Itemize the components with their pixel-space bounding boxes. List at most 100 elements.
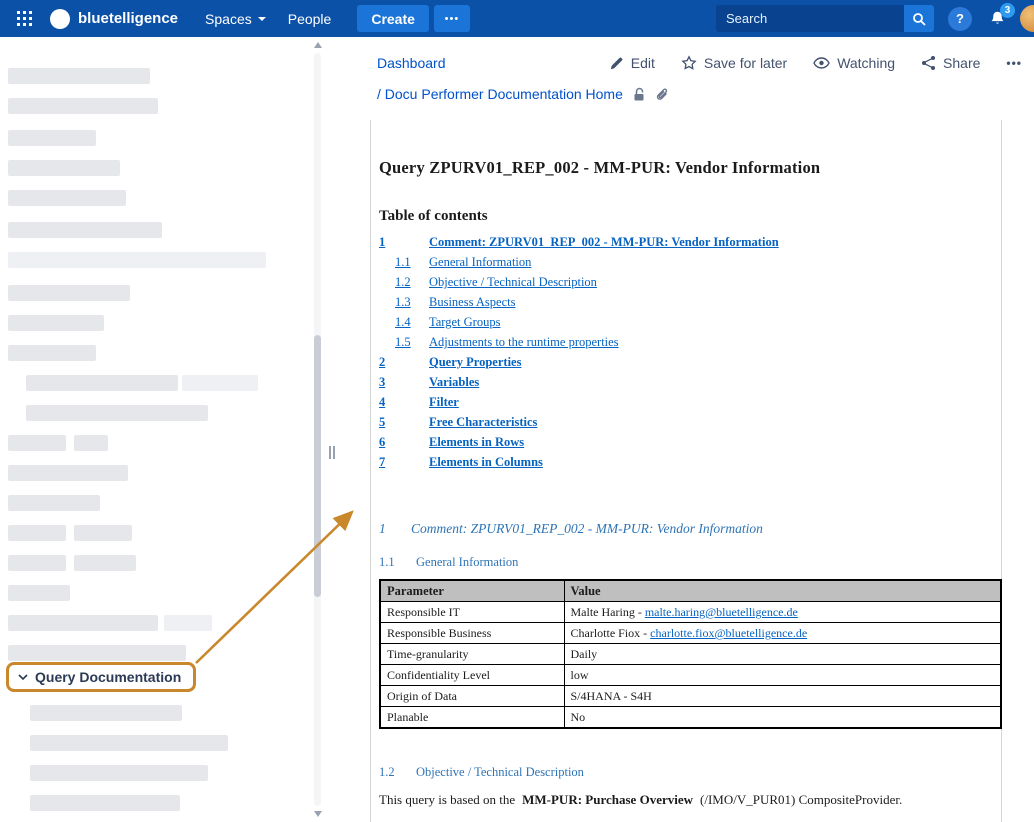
parameter-cell: Time-granularity xyxy=(380,644,564,665)
scrollbar-thumb[interactable] xyxy=(314,335,321,597)
toc-number-link[interactable]: 1.1 xyxy=(395,255,411,269)
sidebar-page-item-placeholder[interactable] xyxy=(8,585,70,601)
user-avatar[interactable] xyxy=(1020,5,1034,32)
toc-link[interactable]: General Information xyxy=(429,255,531,270)
section-number: 1.2 xyxy=(379,765,416,780)
sidebar-page-item-placeholder[interactable] xyxy=(8,315,104,331)
value-text: Malte Haring - xyxy=(571,605,645,619)
sidebar-page-item-placeholder[interactable] xyxy=(74,525,132,541)
search-icon xyxy=(912,12,926,26)
section-title: Objective / Technical Description xyxy=(416,765,584,779)
search-button[interactable] xyxy=(904,5,934,32)
sidebar-page-item-placeholder[interactable] xyxy=(8,645,186,661)
nav-spaces[interactable]: Spaces xyxy=(194,5,277,33)
watching-button[interactable]: Watching xyxy=(813,55,895,71)
toc-link[interactable]: Filter xyxy=(429,395,459,410)
sidebar-page-item-placeholder[interactable] xyxy=(8,555,66,571)
brand-name: bluetelligence xyxy=(78,10,178,27)
toc-number-link[interactable]: 2 xyxy=(379,355,385,369)
sidebar-page-item-placeholder[interactable] xyxy=(8,252,266,268)
value-text: low xyxy=(571,668,589,682)
toc-number-link[interactable]: 7 xyxy=(379,455,385,469)
save-for-later-button[interactable]: Save for later xyxy=(681,55,787,71)
sidebar-page-item-placeholder[interactable] xyxy=(8,435,66,451)
toc-number-link[interactable]: 1.2 xyxy=(395,275,411,289)
toc-number-link[interactable]: 4 xyxy=(379,395,385,409)
toc-number-link[interactable]: 3 xyxy=(379,375,385,389)
toc-number-link[interactable]: 6 xyxy=(379,435,385,449)
toc-number-link[interactable]: 1.4 xyxy=(395,315,411,329)
breadcrumb-doc-home-link[interactable]: / Docu Performer Documentation Home xyxy=(377,86,623,102)
sidebar-page-item-placeholder[interactable] xyxy=(8,222,162,238)
help-button[interactable]: ? xyxy=(948,7,972,31)
para-text-after: (/IMO/V_PUR01) CompositeProvider. xyxy=(700,792,902,807)
email-link[interactable]: charlotte.fiox@bluetelligence.de xyxy=(650,626,807,640)
table-header-row: Parameter Value xyxy=(380,580,1001,602)
sidebar-page-item-placeholder[interactable] xyxy=(8,160,120,176)
toc-link[interactable]: Elements in Columns xyxy=(429,455,543,470)
toc-link[interactable]: Business Aspects xyxy=(429,295,515,310)
sidebar-page-item-placeholder[interactable] xyxy=(30,795,180,811)
sidebar-page-item-placeholder[interactable] xyxy=(74,555,136,571)
sidebar-page-item-placeholder[interactable] xyxy=(30,705,182,721)
sidebar-page-item-placeholder[interactable] xyxy=(8,98,158,114)
sidebar-page-item-placeholder[interactable] xyxy=(8,465,128,481)
description-paragraph: This query is based on the MM-PUR: Purcha… xyxy=(379,792,1001,808)
toc-link[interactable]: Target Groups xyxy=(429,315,500,330)
table-of-contents: 1 Comment: ZPURV01_REP_002 - MM-PUR: Vend… xyxy=(379,235,1001,475)
breadcrumb-dashboard-link[interactable]: Dashboard xyxy=(377,55,446,71)
general-information-table: Parameter Value Responsible ITMalte Hari… xyxy=(379,579,1002,729)
sidebar-page-item-placeholder[interactable] xyxy=(30,735,228,751)
toc-entry: 3 Variables xyxy=(379,375,1001,395)
sidebar-page-item-placeholder[interactable] xyxy=(8,525,66,541)
toc-link[interactable]: Variables xyxy=(429,375,479,390)
para-text-before: This query is based on the xyxy=(379,792,515,807)
sidebar-scrollbar[interactable] xyxy=(312,37,324,822)
value-cell: No xyxy=(564,707,1001,729)
sidebar-page-item-placeholder[interactable] xyxy=(182,375,258,391)
sidebar-page-item-placeholder[interactable] xyxy=(8,68,150,84)
parameter-cell: Confidentiality Level xyxy=(380,665,564,686)
table-row: PlanableNo xyxy=(380,707,1001,729)
nav-people[interactable]: People xyxy=(277,5,343,33)
sidebar-item-query-documentation[interactable]: Query Documentation xyxy=(6,662,196,692)
sidebar-page-item-placeholder[interactable] xyxy=(26,375,178,391)
nav-people-label: People xyxy=(288,11,332,27)
sidebar-resize-handle[interactable] xyxy=(329,446,335,459)
sidebar-page-item-placeholder[interactable] xyxy=(30,765,208,781)
toc-number-link[interactable]: 1.5 xyxy=(395,335,411,349)
notifications-button[interactable]: 3 xyxy=(984,6,1010,32)
toc-link[interactable]: Comment: ZPURV01_REP_002 - MM-PUR: Vendo… xyxy=(429,235,779,250)
sidebar-page-item-placeholder[interactable] xyxy=(164,615,212,631)
unlocked-padlock-icon xyxy=(632,87,646,102)
page-more-button[interactable]: ••• xyxy=(1006,56,1022,70)
app-switcher-button[interactable] xyxy=(10,5,38,33)
sidebar-page-item-placeholder[interactable] xyxy=(8,615,158,631)
para-bold-text: MM-PUR: Purchase Overview xyxy=(522,792,693,807)
save-for-later-label: Save for later xyxy=(704,55,787,71)
toc-number-link[interactable]: 1.3 xyxy=(395,295,411,309)
share-button[interactable]: Share xyxy=(921,55,980,71)
sidebar-page-item-placeholder[interactable] xyxy=(74,435,108,451)
value-cell: S/4HANA - S4H xyxy=(564,686,1001,707)
sidebar-page-item-placeholder[interactable] xyxy=(8,495,100,511)
toc-link[interactable]: Elements in Rows xyxy=(429,435,524,450)
toc-link[interactable]: Free Characteristics xyxy=(429,415,537,430)
topbar-more-button[interactable]: ••• xyxy=(434,5,470,32)
toc-link[interactable]: Objective / Technical Description xyxy=(429,275,597,290)
sidebar-page-item-placeholder[interactable] xyxy=(8,345,96,361)
sidebar-page-item-placeholder[interactable] xyxy=(8,130,96,146)
toc-link[interactable]: Adjustments to the runtime properties xyxy=(429,335,619,350)
scroll-down-arrow-icon[interactable] xyxy=(314,811,322,817)
search-input[interactable] xyxy=(716,11,904,26)
toc-number-link[interactable]: 5 xyxy=(379,415,385,429)
sidebar-page-item-placeholder[interactable] xyxy=(8,285,130,301)
toc-link[interactable]: Query Properties xyxy=(429,355,521,370)
create-button[interactable]: Create xyxy=(357,5,429,32)
edit-button[interactable]: Edit xyxy=(609,55,655,71)
sidebar-page-item-placeholder[interactable] xyxy=(26,405,208,421)
sidebar-page-item-placeholder[interactable] xyxy=(8,190,126,206)
toc-number-link[interactable]: 1 xyxy=(379,235,385,249)
email-link[interactable]: malte.haring@bluetelligence.de xyxy=(645,605,798,619)
scroll-up-arrow-icon[interactable] xyxy=(314,42,322,48)
